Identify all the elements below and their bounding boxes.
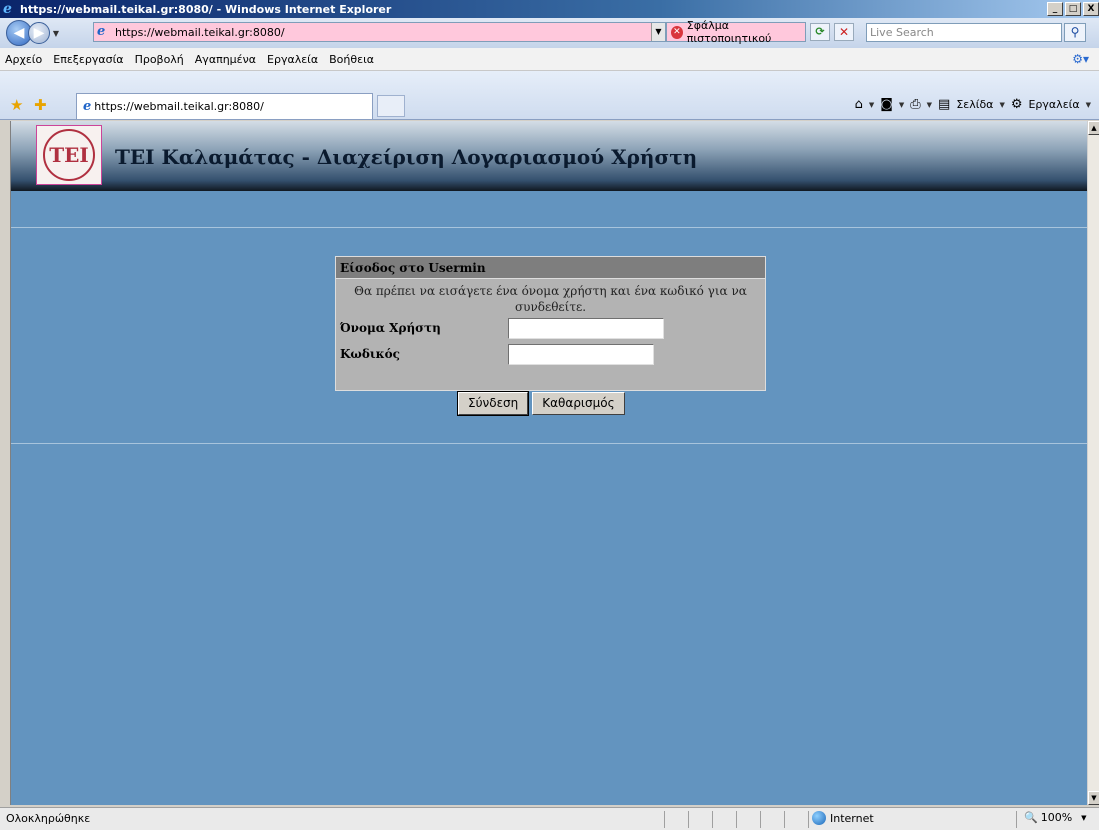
tools-menu-icon: ⚙ xyxy=(1010,97,1023,112)
error-icon: ✕ xyxy=(671,25,683,39)
page-icon: e xyxy=(97,24,106,39)
status-divider xyxy=(664,811,665,828)
address-url: https://webmail.teikal.gr:8080/ xyxy=(115,25,285,39)
zoom-icon: 🔍 xyxy=(1024,811,1038,824)
status-text: Ολοκληρώθηκε xyxy=(6,812,91,825)
zone-label: Internet xyxy=(830,811,874,825)
zoom-level: 100% xyxy=(1040,811,1073,824)
forward-button[interactable]: ▶ xyxy=(28,22,50,44)
tei-logo: ΤΕΙ xyxy=(36,125,102,185)
menu-tools[interactable]: Εργαλεία xyxy=(267,53,318,66)
refresh-button[interactable]: ⟳ xyxy=(810,23,830,41)
certificate-error-label: Σφάλμα πιστοποιητικού xyxy=(686,19,772,45)
menu-file[interactable]: Αρχείο xyxy=(5,53,42,66)
search-icon[interactable]: ⚲ xyxy=(1064,23,1086,42)
window-title: https://webmail.teikal.gr:8080/ - Window… xyxy=(20,2,392,16)
command-bar: ⌂ ▼ ◙ ▼ ⎙ ▼ ▤ Σελίδα ▼ ⚙ Εργαλεία ▼ xyxy=(855,97,1091,112)
vertical-scrollbar[interactable]: ▲ ▼ xyxy=(1087,121,1099,805)
feeds-icon[interactable]: ◙ xyxy=(880,97,893,112)
divider-bottom xyxy=(11,443,1087,444)
status-divider xyxy=(760,811,761,828)
status-divider xyxy=(688,811,689,828)
page-dropdown-icon[interactable]: ▼ xyxy=(999,101,1004,109)
status-divider xyxy=(808,811,809,828)
tab-current[interactable]: e https://webmail.teikal.gr:8080/ xyxy=(76,93,373,119)
print-icon[interactable]: ⎙ xyxy=(910,97,920,112)
scroll-up-icon[interactable]: ▲ xyxy=(1088,121,1099,135)
password-input[interactable] xyxy=(508,343,654,365)
home-dropdown-icon[interactable]: ▼ xyxy=(869,101,874,109)
page-content: ΤΕΙ ΤΕΙ Καλαμάτας - Διαχείριση Λογαριασμ… xyxy=(11,121,1087,805)
address-input[interactable]: e https://webmail.teikal.gr:8080/ ▼ xyxy=(93,22,666,42)
tab-toolbar: ★ ✚ e https://webmail.teikal.gr:8080/ ⌂ ▼… xyxy=(0,71,1099,120)
home-icon[interactable]: ⌂ xyxy=(855,97,863,112)
login-panel: Είσοδος στο Usermin Θα πρέπει να εισάγετ… xyxy=(335,256,766,391)
menu-bar: Αρχείο Επεξεργασία Προβολή Αγαπημένα Εργ… xyxy=(0,48,1099,71)
menu-help[interactable]: Βοήθεια xyxy=(329,53,374,66)
menu-view[interactable]: Προβολή xyxy=(135,53,184,66)
password-label: Κωδικός xyxy=(340,347,400,361)
login-button[interactable]: Σύνδεση xyxy=(456,391,530,416)
status-divider xyxy=(712,811,713,828)
tools-dropdown-icon[interactable]: ▼ xyxy=(1086,101,1091,109)
zoom-control[interactable]: 🔍 100% ▼ xyxy=(1024,811,1087,824)
search-input[interactable]: Live Search xyxy=(866,23,1062,42)
add-favorite-icon[interactable]: ✚ xyxy=(34,96,47,114)
zoom-dropdown-icon[interactable]: ▼ xyxy=(1081,814,1086,822)
username-label: Όνομα Χρήστη xyxy=(340,321,441,335)
status-divider xyxy=(784,811,785,828)
login-message: Θα πρέπει να εισάγετε ένα όνομα χρήστη κ… xyxy=(354,284,747,314)
print-dropdown-icon[interactable]: ▼ xyxy=(927,101,932,109)
menu-edit[interactable]: Επεξεργασία xyxy=(53,53,123,66)
favorites-star-icon[interactable]: ★ xyxy=(10,96,23,114)
status-bar: Ολοκληρώθηκε Internet 🔍 100% ▼ xyxy=(0,807,1099,830)
university-seal-icon: ΤΕΙ xyxy=(43,129,95,181)
globe-icon xyxy=(812,811,826,825)
page-menu-label[interactable]: Σελίδα xyxy=(956,98,993,111)
history-dropdown-icon[interactable]: ▼ xyxy=(50,29,62,38)
status-divider xyxy=(736,811,737,828)
tab-page-icon: e xyxy=(83,99,92,114)
new-tab-button[interactable] xyxy=(377,95,405,117)
divider-top xyxy=(11,227,1087,228)
login-heading: Είσοδος στο Usermin xyxy=(336,257,765,279)
username-input[interactable] xyxy=(508,317,664,339)
scroll-down-icon[interactable]: ▼ xyxy=(1088,791,1099,805)
tools-menu-label[interactable]: Εργαλεία xyxy=(1028,98,1079,111)
tab-label: https://webmail.teikal.gr:8080/ xyxy=(94,100,264,113)
window-title-bar: e https://webmail.teikal.gr:8080/ - Wind… xyxy=(0,0,1099,18)
status-divider xyxy=(1016,811,1017,828)
address-toolbar: ◀ ▶ ▼ e https://webmail.teikal.gr:8080/ … xyxy=(0,18,1099,48)
feeds-dropdown-icon[interactable]: ▼ xyxy=(899,101,904,109)
security-zone[interactable]: Internet xyxy=(812,811,874,825)
maximize-button[interactable]: □ xyxy=(1065,2,1081,16)
close-button[interactable]: X xyxy=(1083,2,1099,16)
menu-favorites[interactable]: Αγαπημένα xyxy=(195,53,256,66)
stop-button[interactable]: ✕ xyxy=(834,23,854,41)
address-dropdown-icon[interactable]: ▼ xyxy=(651,23,665,41)
certificate-error-button[interactable]: ✕ Σφάλμα πιστοποιητικού xyxy=(666,19,806,45)
toolbar-options-icon[interactable]: ⚙▾ xyxy=(1072,52,1089,66)
minimize-button[interactable]: _ xyxy=(1047,2,1063,16)
clear-button[interactable]: Καθαρισμός xyxy=(532,392,625,415)
page-menu-icon: ▤ xyxy=(938,97,951,112)
window-left-border xyxy=(0,121,11,805)
ie-logo-icon: e xyxy=(3,1,12,17)
site-title: ΤΕΙ Καλαμάτας - Διαχείριση Λογαριασμού Χ… xyxy=(115,145,698,169)
site-header: ΤΕΙ ΤΕΙ Καλαμάτας - Διαχείριση Λογαριασμ… xyxy=(11,121,1087,191)
